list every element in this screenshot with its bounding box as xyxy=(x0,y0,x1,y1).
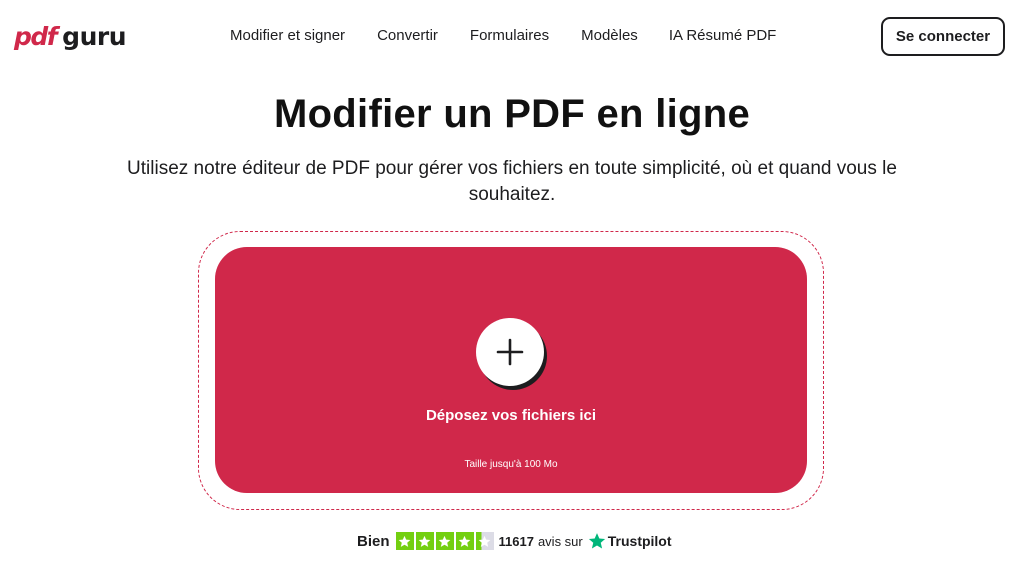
star-rating xyxy=(395,532,494,550)
logo-pdf-text: pdf xyxy=(14,22,58,51)
trustpilot-logo[interactable]: Trustpilot xyxy=(588,532,672,550)
trustpilot-star-icon xyxy=(588,533,605,549)
star-icon xyxy=(435,532,454,550)
page-title: Modifier un PDF en ligne xyxy=(273,92,751,136)
login-button[interactable]: Se connecter xyxy=(881,17,1005,56)
nav-item-modifier-et-signer[interactable]: Modifier et signer xyxy=(230,27,345,44)
rating-word: Bien xyxy=(357,532,390,550)
nav-item-formulaires[interactable]: Formulaires xyxy=(470,27,549,44)
site-header: pdf guru Modifier et signer Convertir Fo… xyxy=(0,0,1024,76)
drop-files-label: Déposez vos fichiers ici xyxy=(425,407,597,424)
star-icon xyxy=(415,532,434,550)
main-nav: Modifier et signer Convertir Formulaires… xyxy=(230,27,776,44)
file-drop-zone[interactable]: Déposez vos fichiers ici Taille jusqu'à … xyxy=(215,247,807,493)
pdfguru-logo[interactable]: pdf guru xyxy=(14,22,126,52)
file-size-limit: Taille jusqu'à 100 Mo xyxy=(464,459,558,470)
nav-item-modeles[interactable]: Modèles xyxy=(581,27,638,44)
star-icon xyxy=(395,532,414,550)
reviews-text: avis sur xyxy=(537,533,583,549)
star-icon xyxy=(475,532,494,550)
trustpilot-rating[interactable]: Bien 11617 avis sur Trustpilot xyxy=(357,530,672,552)
nav-item-convertir[interactable]: Convertir xyxy=(377,27,438,44)
nav-item-ia-resume-pdf[interactable]: IA Résumé PDF xyxy=(669,27,777,44)
trustpilot-label: Trustpilot xyxy=(607,533,672,549)
reviews-count: 11617 xyxy=(498,533,534,549)
page-subtitle: Utilisez notre éditeur de PDF pour gérer… xyxy=(127,158,897,205)
star-icon xyxy=(455,532,474,550)
add-file-button[interactable] xyxy=(476,318,544,386)
logo-guru-text: guru xyxy=(62,22,126,51)
plus-icon xyxy=(496,338,524,366)
